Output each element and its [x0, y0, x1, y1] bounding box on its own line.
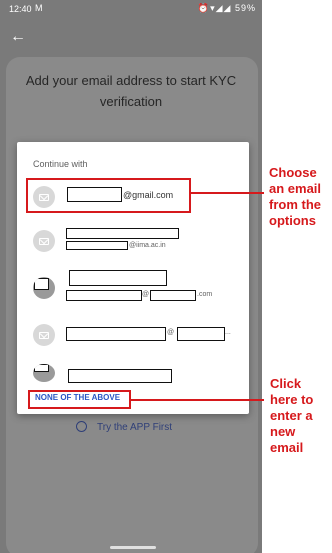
- ellipsis: ...: [225, 329, 231, 336]
- profile-photo: [33, 277, 55, 299]
- page-heading: Add your email address to start KYC veri…: [25, 73, 237, 109]
- account-option-2[interactable]: @iima.ac.in: [17, 219, 249, 263]
- highlight-none-button: [28, 390, 131, 409]
- annotation-choose-email: Choose an email from the options: [269, 165, 322, 228]
- try-app-label: Try the APP First: [97, 422, 173, 433]
- gesture-navigation-bar: [110, 546, 156, 549]
- at-sign: @: [167, 329, 175, 336]
- email-tld: .com: [197, 291, 213, 298]
- highlight-first-account: [26, 178, 191, 213]
- callout-line-choose: [191, 192, 264, 194]
- redacted-username: [66, 241, 128, 250]
- redacted-name: [69, 270, 167, 286]
- redacted-name: [68, 369, 172, 383]
- email-avatar-icon: [33, 324, 55, 346]
- try-app-link[interactable]: Try the APP First: [76, 421, 172, 433]
- email-avatar-icon: [33, 230, 55, 252]
- redacted-name: [66, 228, 179, 239]
- callout-line-click: [131, 399, 264, 401]
- status-time: 12:40: [9, 4, 32, 14]
- phone-screen: 12:40 M ⏰▾◢◢ 59% ← Add your email addres…: [0, 0, 262, 553]
- at-sign: @: [142, 291, 150, 298]
- dialog-title: Continue with: [33, 159, 88, 169]
- gmail-icon: M: [35, 3, 43, 13]
- annotation-click-here: Click here to enter a new email: [270, 376, 314, 455]
- redacted-domain: [177, 327, 225, 341]
- battery-level: 59%: [234, 3, 256, 13]
- redacted-domain: [150, 290, 196, 301]
- compass-icon: [76, 421, 87, 432]
- redacted-username: [66, 327, 166, 341]
- account-option-3[interactable]: @ .com: [17, 266, 249, 310]
- email-domain: @iima.ac.in: [129, 242, 166, 249]
- back-arrow-icon[interactable]: ←: [10, 28, 26, 46]
- profile-photo: [33, 364, 55, 382]
- redacted-username: [66, 290, 142, 301]
- status-bar: 12:40 M ⏰▾◢◢ 59%: [0, 0, 262, 18]
- status-icons: ⏰▾◢◢: [197, 3, 232, 13]
- account-option-4[interactable]: @ ...: [17, 313, 249, 357]
